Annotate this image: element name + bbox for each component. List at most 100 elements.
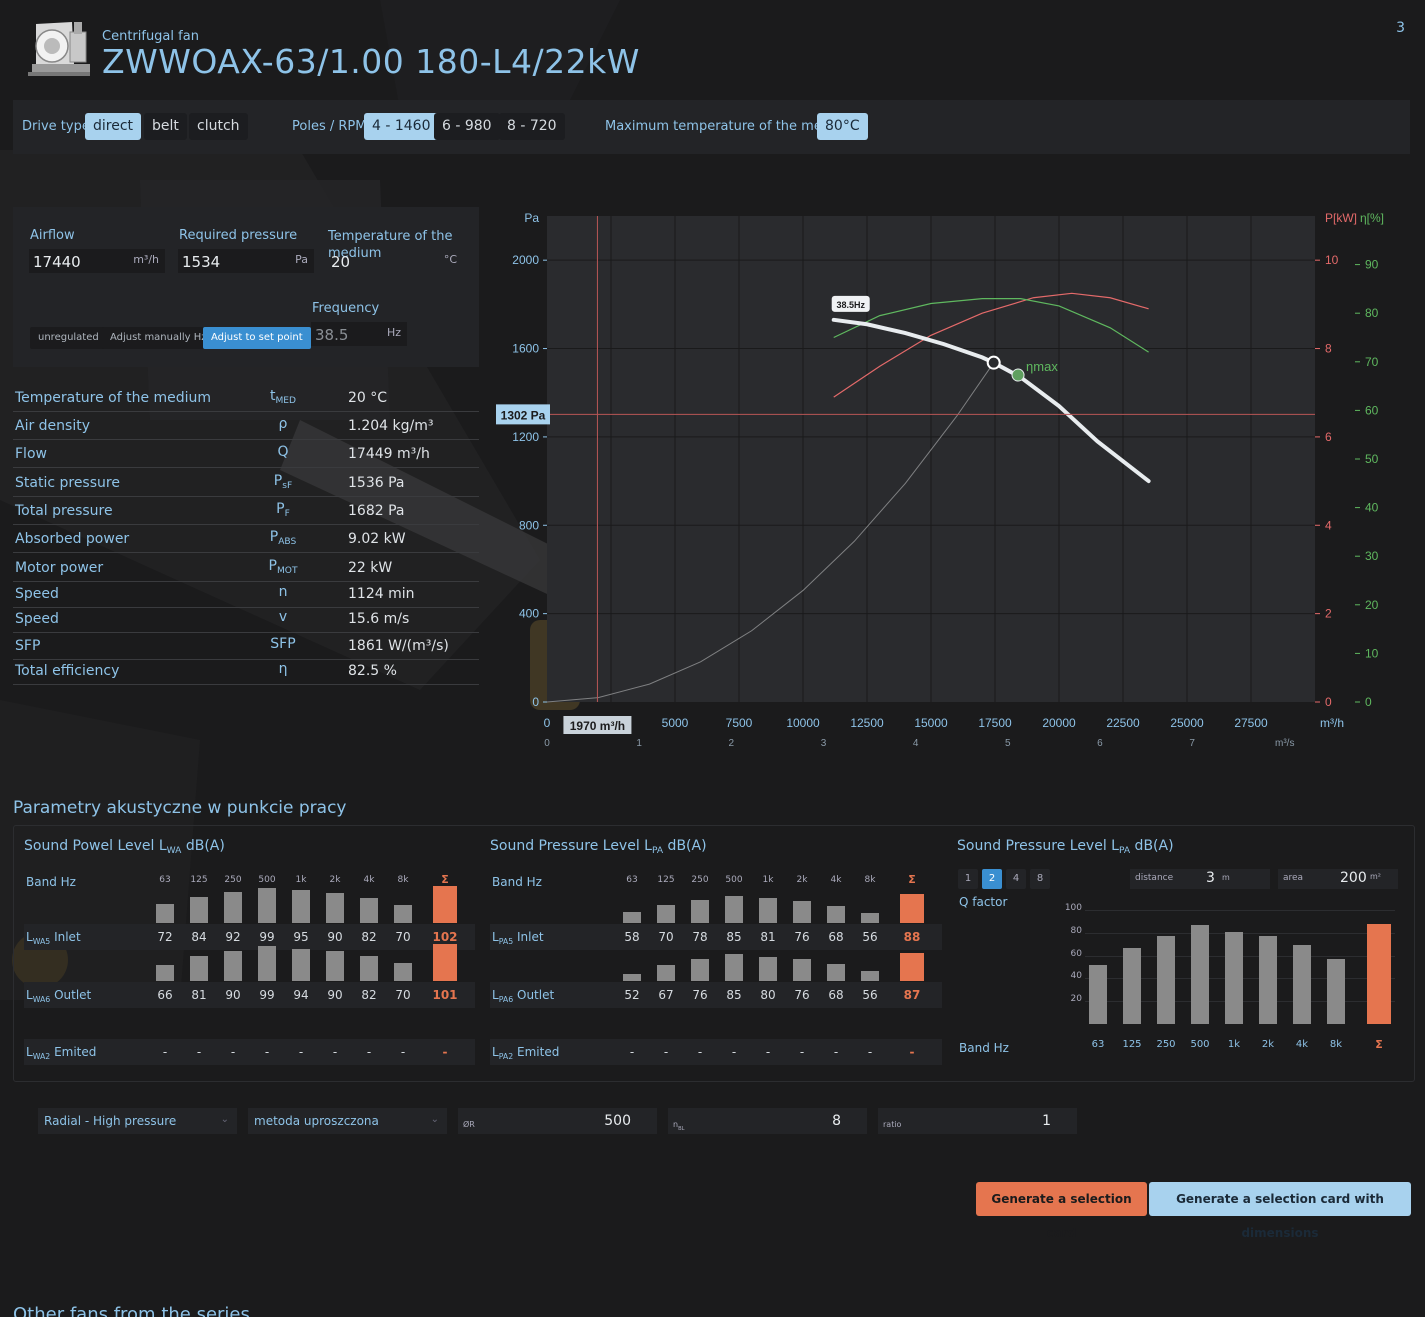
blades-input[interactable]: nBL 8	[668, 1108, 867, 1134]
acoustic-value: 72	[157, 930, 173, 944]
spectrum-title: Sound Pressure Level LPA dB(A)	[957, 838, 1174, 856]
acoustic-value: 81	[760, 930, 776, 944]
q-factor-option[interactable]: 2	[982, 869, 1002, 889]
drive-type-label: Drive type	[22, 119, 90, 134]
acoustic-value: 99	[259, 930, 275, 944]
property-symbol: PABS	[269, 529, 297, 547]
property-name: Temperature of the medium	[15, 390, 212, 406]
spectrum-grid-line	[1085, 910, 1395, 911]
acoustic-value: -	[196, 1045, 202, 1059]
acoustic-value: 81	[191, 988, 207, 1002]
property-symbol: n	[278, 584, 288, 600]
property-name: Absorbed power	[15, 531, 130, 547]
acoustic-value: 68	[828, 930, 844, 944]
property-name: Air density	[15, 418, 91, 434]
band-bar	[691, 900, 709, 923]
y2-axis-unit: P[kW]	[1325, 211, 1357, 225]
band-header: 2k	[796, 875, 808, 885]
band-bar	[793, 901, 811, 923]
band-bar	[861, 913, 879, 923]
poles-rpm-label: Poles / RPM	[292, 119, 367, 134]
acoustic-value: -	[833, 1045, 839, 1059]
sum-bar	[900, 952, 924, 981]
airflow-input[interactable]: 17440 m³/h	[29, 249, 165, 273]
band-bar	[190, 896, 208, 923]
fan-type-select[interactable]: Radial - High pressure ⌄	[38, 1108, 237, 1134]
y3-tick-label: 30	[1365, 549, 1379, 563]
generate-card-button[interactable]: Generate a selection card	[976, 1182, 1147, 1240]
distance-input[interactable]: distance 3 m	[1130, 869, 1270, 889]
diameter-input[interactable]: ØR 500	[458, 1108, 657, 1134]
band-header: 63	[626, 875, 638, 885]
drive-belt-button[interactable]: belt	[144, 113, 187, 140]
poles-6-button[interactable]: 6 - 980	[434, 113, 500, 140]
band-bar	[623, 973, 641, 981]
property-symbol: Q	[277, 444, 289, 460]
spectrum-bar	[1191, 924, 1209, 1024]
eta-max-marker	[1011, 368, 1025, 382]
band-header: 250	[691, 875, 709, 885]
y3-tick-label: 0	[1365, 695, 1372, 709]
frequency-input[interactable]: 38.5 Hz	[311, 322, 407, 346]
band-bar	[793, 959, 811, 981]
y3-tick-label: 10	[1365, 646, 1379, 660]
ratio-input[interactable]: ratio 1	[878, 1108, 1077, 1134]
sum-bar	[433, 944, 457, 981]
x-axis-unit: m³/h	[1320, 716, 1344, 730]
pressure-label: Required pressure	[179, 228, 298, 243]
acoustic-value: 99	[259, 988, 275, 1002]
poles-8-button[interactable]: 8 - 720	[499, 113, 565, 140]
acoustic-value: 76	[794, 930, 810, 944]
sum-bar	[433, 885, 457, 923]
y-tick-label: 800	[519, 518, 539, 532]
mode-unregulated-button[interactable]: unregulated	[30, 327, 107, 349]
y2-tick-label: 10	[1325, 253, 1339, 267]
x2-tick-label: 1	[636, 738, 642, 749]
q-factor-option[interactable]: 8	[1030, 869, 1050, 889]
property-value: 1536 Pa	[348, 475, 405, 491]
band-header: 63	[159, 875, 171, 885]
drive-clutch-button[interactable]: clutch	[189, 113, 248, 140]
x-tick-label: 20000	[1042, 716, 1076, 730]
fan-performance-chart[interactable]: Pa0400800120016002000P[kW]0246810η[%]010…	[490, 200, 1410, 760]
acoustic-value: 92	[225, 930, 241, 944]
x2-tick-label: 0	[544, 738, 550, 749]
drive-direct-button[interactable]: direct	[85, 113, 142, 140]
spectrum-band-label: 1k	[1227, 1039, 1241, 1050]
property-name: SFP	[15, 638, 41, 654]
property-value: 9.02 kW	[348, 531, 406, 547]
spectrum-bar	[1089, 964, 1107, 1024]
acoustic-value: 76	[692, 988, 708, 1002]
mode-manual-hz-button[interactable]: Adjust manually Hz	[102, 327, 215, 349]
temperature-input[interactable]: 20 °C	[327, 249, 463, 273]
spectrum-band-label: 8k	[1329, 1039, 1343, 1050]
max-temp-button[interactable]: 80°C	[817, 113, 868, 140]
property-value: 82.5 %	[348, 663, 397, 679]
band-header: 8k	[397, 875, 409, 885]
mode-set-point-button[interactable]: Adjust to set point	[203, 327, 311, 349]
q-factor-option[interactable]: 4	[1006, 869, 1026, 889]
acoustic-value: 56	[862, 988, 878, 1002]
y-tick-label: 1200	[512, 430, 539, 444]
x2-tick-label: 4	[913, 738, 919, 749]
area-input[interactable]: area 200 m²	[1278, 869, 1398, 889]
generate-card-dimensions-button[interactable]: Generate a selection card with dimension…	[1149, 1182, 1411, 1240]
y-tick-label: 400	[519, 607, 539, 621]
spectrum-bar	[1293, 945, 1311, 1024]
eta-max-label: ηmax	[1026, 359, 1058, 374]
property-row: Temperature of the medium tMED 20 °C	[13, 384, 479, 412]
spectrum-band-label: 250	[1156, 1039, 1176, 1050]
band-header: 500	[725, 875, 743, 885]
method-select[interactable]: metoda uproszczona ⌄	[248, 1108, 447, 1134]
acoustic-value: 85	[726, 930, 742, 944]
table-title: Sound Pressure Level LPA dB(A)	[490, 838, 707, 856]
poles-4-button[interactable]: 4 - 1460	[364, 113, 439, 140]
band-header: 2k	[329, 875, 341, 885]
chevron-down-icon: ⌄	[220, 1114, 229, 1125]
acoustic-value: -	[162, 1045, 168, 1059]
y-axis-unit: Pa	[524, 211, 539, 225]
q-factor-option[interactable]: 1	[958, 869, 978, 889]
y3-axis-unit: η[%]	[1360, 211, 1384, 225]
band-header: 8k	[864, 875, 876, 885]
pressure-input[interactable]: 1534 Pa	[178, 249, 314, 273]
